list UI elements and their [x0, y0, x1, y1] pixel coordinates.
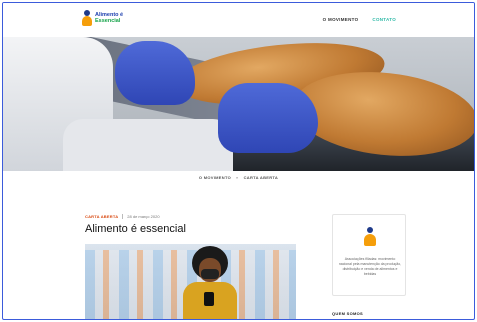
hero-image [3, 37, 474, 171]
gloved-hand [218, 83, 318, 153]
sidebar-divider [332, 319, 406, 320]
article-date: 28 de março 2020 [127, 214, 160, 219]
breadcrumb-separator: » [236, 175, 239, 180]
logo-person-icon [81, 10, 93, 26]
meta-divider [122, 214, 124, 219]
main-nav: O MOVIMENTO CONTATO [323, 17, 396, 22]
site-header: Alimento é Essencial O MOVIMENTO CONTATO [3, 3, 474, 37]
browser-frame: Alimento é Essencial O MOVIMENTO CONTATO… [2, 2, 475, 320]
sidebar-about-card: Associações filiadas: movimento nacional… [332, 214, 406, 296]
breadcrumb-item-carta-aberta: CARTA ABERTA [243, 175, 279, 180]
breadcrumb: O MOVIMENTO » CARTA ABERTA [3, 175, 474, 180]
article-meta: CARTA ABERTA 28 de março 2020 [85, 214, 160, 219]
nav-item-o-movimento[interactable]: O MOVIMENTO [323, 17, 359, 22]
sidebar-section-title: QUEM SOMOS [332, 311, 364, 316]
article-category[interactable]: CARTA ABERTA [85, 214, 118, 219]
article-photo [85, 244, 296, 319]
article-title: Alimento é essencial [85, 223, 186, 235]
site-logo[interactable]: Alimento é Essencial [81, 10, 123, 26]
brand-person-icon [363, 227, 377, 247]
gloved-hand [115, 41, 195, 105]
sidebar-card-text: Associações filiadas: movimento nacional… [338, 257, 402, 276]
logo-line-2: Essencial [95, 18, 121, 24]
breadcrumb-item-o-movimento[interactable]: O MOVIMENTO [199, 175, 231, 180]
nav-item-contato[interactable]: CONTATO [372, 17, 396, 22]
logo-text: Alimento é Essencial [95, 12, 123, 24]
